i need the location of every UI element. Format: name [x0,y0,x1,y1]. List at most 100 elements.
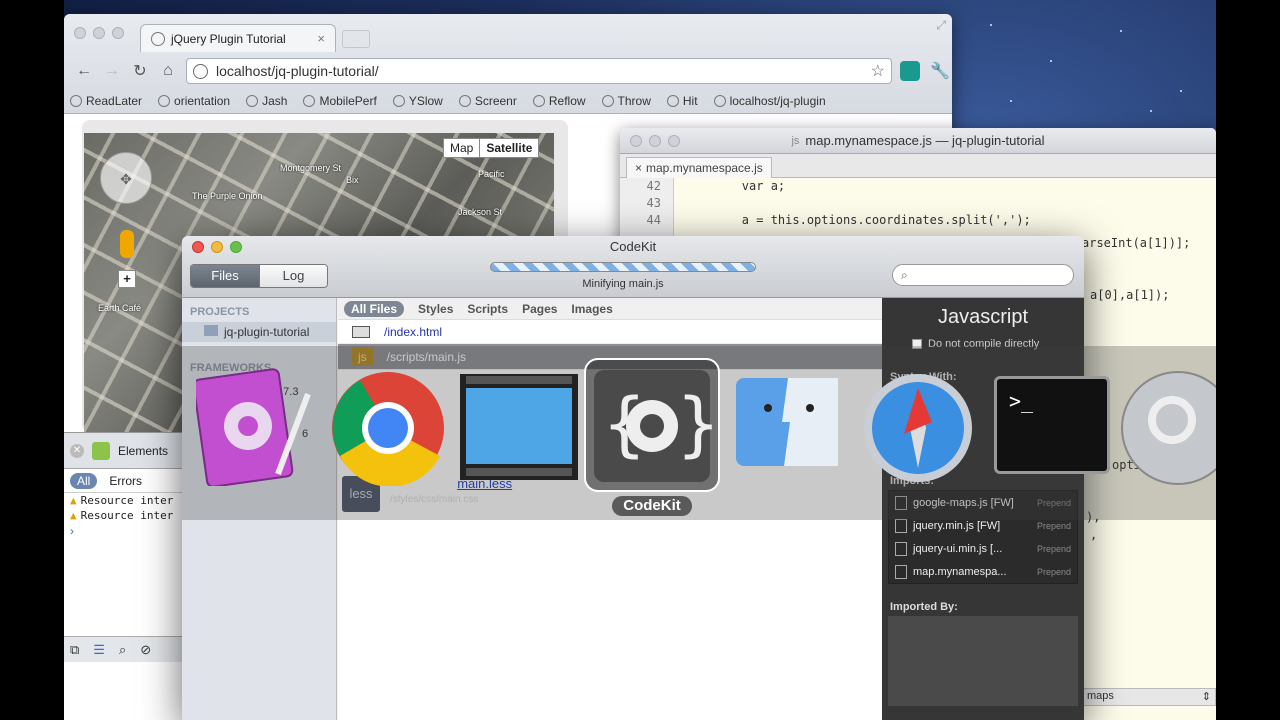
globe-icon [303,95,316,107]
letterbox-right [1216,0,1280,720]
zoom-window-button[interactable] [668,135,680,147]
file-icon [895,541,907,556]
zoom-window-button[interactable] [112,27,124,39]
file-row[interactable]: /index.html [338,320,882,344]
globe-icon [713,95,726,107]
bookmark[interactable]: localhost/jq-plugin [713,94,826,108]
tab-elements[interactable]: Elements [118,444,168,458]
minimize-window-button[interactable] [93,27,105,39]
file-type-badge: js [791,134,800,147]
filter-errors[interactable]: Errors [109,474,142,488]
tab-files[interactable]: Files [191,265,259,287]
back-arrow-icon[interactable]: ← [70,62,98,80]
globe-icon [532,95,545,107]
bookmark[interactable]: ReadLater [70,94,142,108]
bookmark[interactable]: MobilePerf [303,94,377,108]
import-row[interactable]: jquery-ui.min.js [... Prepend [889,537,1077,560]
chrome-app-icon[interactable] [330,370,446,486]
bookmark[interactable]: Jash [246,94,287,108]
wrench-icon[interactable]: 🔧 [930,61,950,81]
file-icon [895,518,907,533]
finder-app-icon[interactable] [734,376,840,468]
terminal-app-icon[interactable]: >_ [994,376,1110,474]
map-type-satellite-button[interactable]: Satellite [479,139,538,157]
sidebar-item-project[interactable]: jq-plugin-tutorial [182,322,336,342]
safari-app-icon[interactable] [862,372,974,484]
close-icon[interactable]: ✕ [70,443,84,458]
globe-icon [601,95,614,107]
codekit-app-icon[interactable]: { } [592,368,712,484]
window-controls [630,135,680,147]
tab-log[interactable]: Log [259,265,327,287]
pan-control-icon[interactable]: ✥ [100,152,152,204]
console-icon[interactable]: ☰ [93,642,105,658]
code-area[interactable]: var a; a = this.options.coordinates.spli… [684,178,1204,229]
bookmark[interactable]: Hit [666,94,698,108]
screen-recording-app-icon[interactable] [458,372,580,482]
bookmarks-bar: ReadLater orientation Jash MobilePerf YS… [64,90,952,112]
map-label: Bix [346,175,359,185]
folder-icon [204,325,218,336]
bookmark[interactable]: Throw [601,94,651,108]
bookmark-label: orientation [174,94,231,108]
projects-header: PROJECTS [190,306,250,318]
bookmark-star-icon[interactable]: ☆ [871,61,885,81]
filter-styles[interactable]: Styles [418,302,453,316]
code-fragment: , [1090,528,1098,542]
script-editor-app-icon[interactable] [196,364,314,486]
bookmark[interactable]: Screenr [458,94,517,108]
clear-icon[interactable]: ⊘ [140,642,151,658]
editor-tab-bar: × map.mynamespace.js [620,154,1216,178]
star [1010,100,1012,102]
search-input[interactable]: ⌕ [892,264,1074,286]
bookmark[interactable]: orientation [158,94,230,108]
globe-icon [246,95,259,107]
filter-all[interactable]: All [70,472,98,489]
tab-close-icon[interactable]: × [317,31,325,46]
reload-icon[interactable]: ↻ [126,61,154,81]
extension-icon[interactable] [900,61,920,81]
filter-scripts[interactable]: Scripts [467,302,508,316]
search-icon[interactable]: ⌕ [119,642,126,658]
pegman-icon[interactable] [120,230,134,258]
bookmark-label: YSlow [408,94,443,108]
map-type-map-button[interactable]: Map [444,139,479,157]
filter-all-files[interactable]: All Files [344,300,405,317]
forward-arrow-icon[interactable]: → [98,62,126,80]
progress-bar [490,262,756,272]
filter-pages[interactable]: Pages [522,302,557,316]
letterbox-left [0,0,64,720]
bookmark-label: ReadLater [86,94,143,108]
close-window-button[interactable] [630,135,642,147]
filter-images[interactable]: Images [571,302,612,316]
bookmark[interactable]: YSlow [392,94,443,108]
bookmark-label: Hit [682,94,698,108]
line-number: 44 [646,213,661,227]
bookmark[interactable]: Reflow [532,94,586,108]
minimize-window-button[interactable] [649,135,661,147]
close-icon[interactable]: × [635,161,642,175]
sequel-pro-app-icon[interactable] [1120,370,1216,486]
globe-icon [458,95,471,107]
import-mode: Prepend [1036,520,1071,531]
editor-status-bar[interactable]: maps ⇕ [1082,688,1216,706]
code-line: a = this.options.coordinates.split(','); [684,213,1031,227]
terminal-prompt-glyph: >_ [1009,389,1034,413]
dock-icon[interactable]: ⧉ [70,642,79,658]
navigation-row: ← → ↻ ⌂ localhost/jq-plugin-tutorial/ ☆ … [64,56,952,86]
import-name: jquery.min.js [FW] [913,519,1001,532]
new-tab-button[interactable] [342,30,370,48]
address-bar[interactable]: localhost/jq-plugin-tutorial/ ☆ [186,58,892,84]
close-window-button[interactable] [74,27,86,39]
bookmark-label: Jash [262,94,288,108]
editor-tab-label: map.mynamespace.js [646,161,763,175]
home-icon[interactable]: ⌂ [154,62,182,80]
browser-tab[interactable]: jQuery Plugin Tutorial × [140,24,336,52]
line-number: 43 [646,196,661,210]
console-text: Resource inter [80,494,174,507]
editor-tab[interactable]: × map.mynamespace.js [626,157,772,178]
import-row[interactable]: map.mynamespa... Prepend [889,560,1077,583]
fullscreen-icon[interactable]: ⤢ [936,18,946,33]
zoom-in-button[interactable]: + [118,270,136,288]
